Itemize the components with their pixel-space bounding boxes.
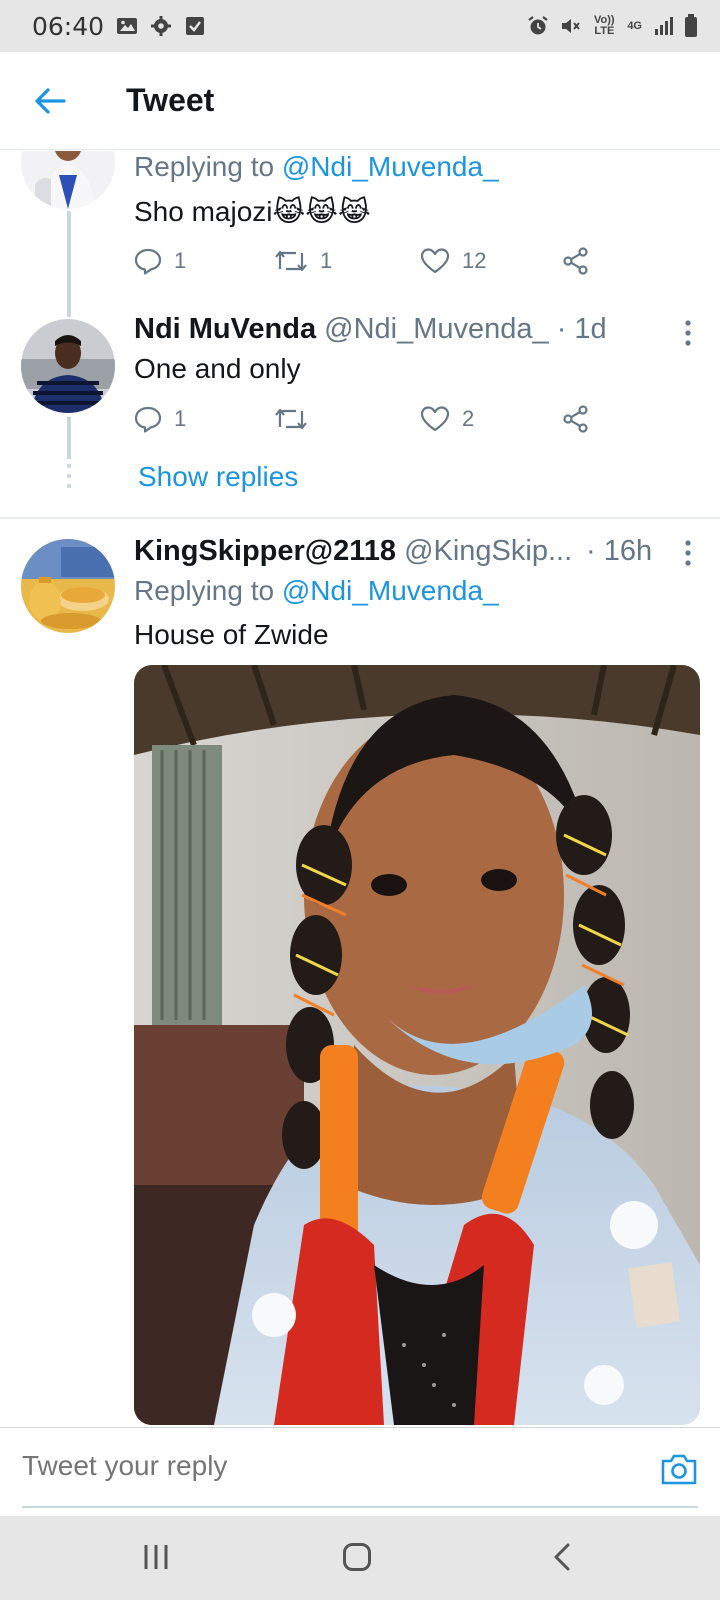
tweet-photo[interactable] (134, 665, 700, 1425)
recents-icon (144, 1545, 168, 1569)
retweet-count: 1 (320, 248, 333, 273)
tweet-author-line: KingSkipper@2118 @KingSkip... (134, 535, 572, 568)
retweet-button[interactable]: 1 (274, 247, 332, 275)
app-header: Tweet (0, 52, 720, 150)
tweet-author-line: Ndi MuVenda @Ndi_Muvenda_ · 1d (134, 313, 607, 346)
show-replies-link[interactable]: Show replies (138, 461, 298, 493)
more-icon[interactable] (682, 539, 694, 567)
back-arrow-icon (35, 87, 66, 114)
reply-button[interactable]: 1 (134, 247, 186, 275)
tweet-actions: 1 1 12 (134, 247, 634, 287)
reply-button[interactable]: 1 (134, 405, 186, 433)
reply-count: 1 (174, 248, 187, 273)
replying-to-line: Replying to @Ndi_Muvenda_ (134, 151, 499, 183)
share-icon (563, 247, 588, 275)
display-name[interactable]: KingSkipper@2118 (134, 535, 396, 567)
page-title: Tweet (126, 82, 215, 118)
display-name[interactable]: Ndi MuVenda (134, 313, 316, 345)
replying-handle-link[interactable]: @Ndi_Muvenda_ (282, 575, 499, 606)
like-button[interactable]: 12 (420, 247, 486, 275)
share-icon (563, 405, 588, 433)
camera-icon (661, 1454, 697, 1485)
status-time: 06:40 (32, 11, 105, 41)
avatar[interactable] (21, 319, 115, 413)
signal-icon (655, 17, 673, 35)
reply-bar (0, 1427, 720, 1517)
tweet-text: One and only (134, 353, 301, 384)
retweet-icon (275, 250, 307, 272)
retweet-button[interactable] (274, 405, 320, 433)
back-nav-icon (554, 1543, 570, 1571)
avatar[interactable] (21, 539, 115, 633)
divider (0, 517, 720, 519)
volte-label: Vo)) LTE (594, 14, 615, 37)
avatar[interactable] (21, 151, 115, 209)
recents-button[interactable] (142, 1542, 170, 1577)
battery-icon (685, 14, 697, 37)
reply-input[interactable] (22, 1450, 622, 1482)
back-nav-button[interactable] (552, 1542, 572, 1577)
like-icon (420, 406, 450, 432)
share-button[interactable] (562, 247, 590, 275)
tweet-time: · 1d (556, 313, 607, 345)
tweet-actions: 1 2 (134, 405, 634, 445)
author-handle[interactable]: @Ndi_Muvenda_ (324, 313, 549, 345)
alarm-icon (528, 16, 548, 35)
home-icon (343, 1543, 371, 1571)
reply-count: 1 (174, 406, 187, 431)
network-label: 4G (627, 19, 642, 32)
camera-button[interactable] (660, 1452, 698, 1491)
tweet-feed[interactable]: Replying to @Ndi_Muvenda_ Sho majozi😹😹😹 … (0, 151, 720, 1427)
like-icon (420, 248, 450, 274)
author-handle[interactable]: @KingSkip... (404, 535, 572, 567)
share-button[interactable] (562, 405, 590, 433)
tweet-text: House of Zwide (134, 619, 329, 650)
like-count: 12 (462, 248, 487, 273)
gallery-notification-icon (117, 18, 138, 34)
replying-label: Replying to (134, 575, 275, 606)
reply-icon (134, 248, 162, 275)
mute-icon (562, 19, 581, 33)
back-button[interactable] (0, 52, 100, 150)
more-icon[interactable] (682, 319, 694, 347)
thread-line (67, 417, 71, 459)
replying-label: Replying to (134, 151, 275, 182)
reply-underline (22, 1506, 698, 1508)
thread-dots-icon (66, 463, 72, 489)
tweet-time: · 16h (586, 535, 653, 567)
system-nav-bar (0, 1516, 720, 1600)
settings-notification-icon (151, 16, 172, 36)
status-bar: 06:40 Vo)) LTE 4G (0, 0, 720, 52)
reply-icon (134, 406, 162, 433)
retweet-icon (275, 408, 307, 430)
like-button[interactable]: 2 (420, 405, 474, 433)
like-count: 2 (462, 406, 475, 431)
home-button[interactable] (342, 1542, 372, 1577)
replying-handle-link[interactable]: @Ndi_Muvenda_ (282, 151, 499, 182)
tweet-text: Sho majozi😹😹😹 (134, 196, 371, 227)
thread-line (67, 211, 71, 317)
replying-to-line: Replying to @Ndi_Muvenda_ (134, 575, 499, 607)
checkbox-notification-icon (186, 17, 205, 35)
